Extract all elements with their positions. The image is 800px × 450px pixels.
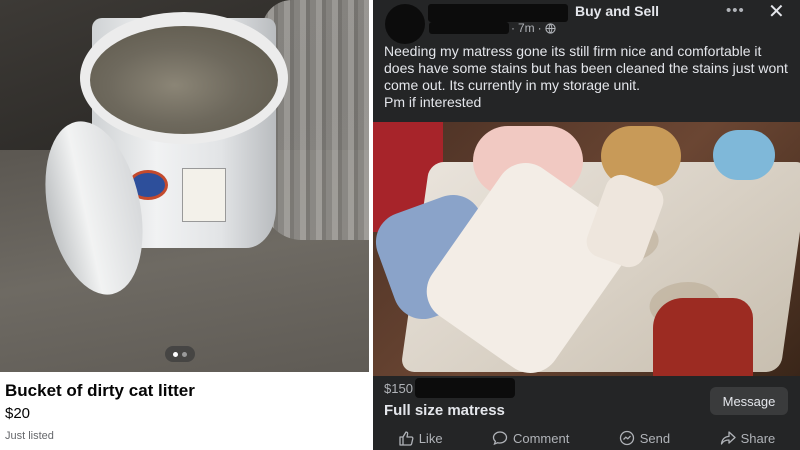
post-photo[interactable] (373, 122, 800, 376)
listing-price: $20 (5, 405, 31, 422)
share-label: Share (740, 430, 776, 446)
share-button[interactable]: Share (720, 430, 776, 446)
listing-status: Just listed (5, 430, 54, 442)
like-icon (399, 431, 414, 446)
like-label: Like (418, 430, 443, 446)
photo-cloth-red (653, 298, 753, 376)
close-icon[interactable]: ✕ (768, 1, 785, 23)
author-meta-redacted (429, 22, 509, 34)
like-button[interactable]: Like (398, 430, 443, 446)
comment-button[interactable]: Comment (492, 430, 569, 446)
message-button[interactable]: Message (710, 387, 788, 415)
comment-label: Comment (512, 430, 570, 446)
photo-curtain (262, 0, 369, 240)
send-button[interactable]: Send (619, 430, 670, 446)
marketplace-listing[interactable]: Bucket of dirty cat litter $20 Just list… (0, 0, 369, 450)
comment-icon (492, 431, 508, 446)
post-body: Needing my matress gone its still firm n… (384, 43, 788, 110)
avatar[interactable] (385, 4, 425, 44)
group-name[interactable]: Buy and Sell (575, 3, 659, 19)
photo-pagination[interactable] (165, 346, 195, 362)
post-actions: Like Comment Send Share (373, 430, 800, 450)
listing-title[interactable]: Bucket of dirty cat litter (5, 381, 195, 401)
listing-photo[interactable] (0, 0, 369, 372)
share-icon (720, 431, 736, 445)
photo-plush-blue (713, 130, 775, 180)
photo-litter (90, 26, 278, 134)
photo-dot-active[interactable] (173, 351, 178, 357)
photo-dot[interactable] (182, 351, 187, 357)
photo-bucket-label (182, 168, 226, 222)
post-price: $150 (384, 381, 413, 396)
globe-icon (545, 22, 556, 34)
send-label: Send (639, 430, 671, 446)
price-redacted (415, 378, 515, 398)
meta-separator: · (511, 21, 515, 35)
more-icon[interactable]: ••• (726, 2, 745, 19)
post-meta: · 7m · (511, 21, 556, 35)
group-post: · 7m · Buy and Sell ••• ✕ Needing my mat… (373, 0, 800, 450)
post-time[interactable]: 7m (518, 21, 535, 35)
send-icon (619, 430, 634, 446)
meta-separator: · (537, 21, 542, 35)
post-item-title[interactable]: Full size matress (384, 402, 505, 419)
author-name-redacted (428, 4, 568, 22)
